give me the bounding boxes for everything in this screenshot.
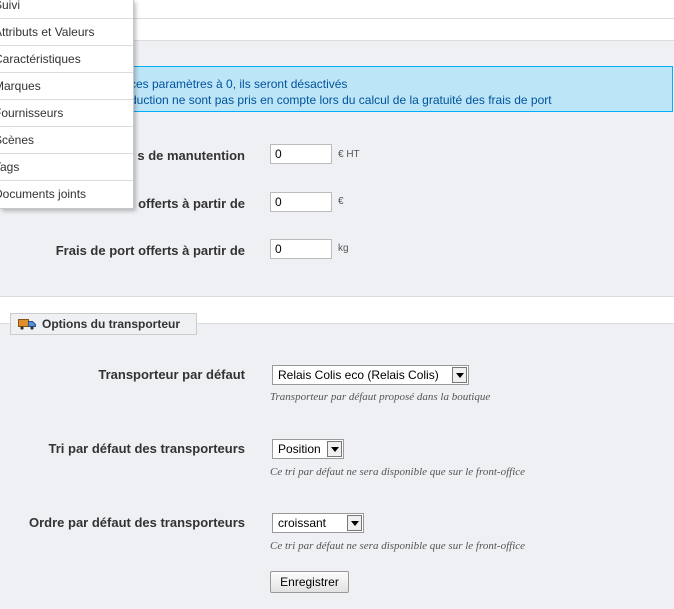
menu-item-suivi[interactable]: Suivi — [0, 0, 133, 19]
free-price-input[interactable] — [270, 192, 332, 212]
menu-item-attachments[interactable]: Documents joints — [0, 181, 133, 208]
default-carrier-label: Transporteur par défaut — [98, 367, 245, 382]
sort-order-label: Ordre par défaut des transporteurs — [29, 515, 245, 530]
menu-item-suppliers[interactable]: Fournisseurs — [0, 100, 133, 127]
free-price-label: offerts à partir de — [138, 196, 245, 211]
free-weight-unit: kg — [338, 243, 349, 254]
menu-item-tags[interactable]: Tags — [0, 154, 133, 181]
default-carrier-hint: Transporteur par défaut proposé dans la … — [270, 391, 491, 403]
free-price-unit: € — [338, 196, 344, 207]
menu-item-label: Attributs et Valeurs — [0, 25, 95, 39]
sort-by-label: Tri par défaut des transporteurs — [48, 441, 246, 456]
chevron-down-icon[interactable] — [327, 441, 342, 457]
divider — [0, 296, 674, 297]
sort-order-value: croissant — [278, 516, 327, 530]
legend-title: Options du transporteur — [42, 317, 180, 331]
menu-item-label: Scènes — [0, 133, 35, 147]
catalog-dropdown-menu: Suivi Attributs et Valeurs Caractéristiq… — [0, 0, 134, 209]
menu-item-features[interactable]: Caractéristiques — [0, 46, 133, 73]
chevron-down-icon[interactable] — [347, 515, 362, 531]
save-button[interactable]: Enregistrer — [270, 571, 349, 593]
free-weight-label: Frais de port offerts à partir de — [55, 243, 245, 258]
menu-item-scenes[interactable]: Scènes — [0, 127, 133, 154]
menu-item-label: Documents joints — [0, 187, 87, 201]
carrier-options-legend: Options du transporteur — [10, 313, 197, 335]
info-line-2: duction ne sont pas pris en compte lors … — [130, 93, 552, 107]
chevron-down-icon[interactable] — [452, 367, 467, 383]
handling-label: s de manutention — [137, 148, 245, 163]
menu-item-label: Fournisseurs — [0, 106, 64, 120]
menu-item-label: Caractéristiques — [0, 52, 81, 66]
default-carrier-select[interactable]: Relais Colis eco (Relais Colis) — [272, 365, 469, 385]
truck-icon — [18, 319, 36, 330]
sort-order-hint: Ce tri par défaut ne sera disponible que… — [270, 540, 526, 552]
handling-unit: € HT — [338, 149, 360, 160]
sort-by-value: Position — [278, 442, 321, 456]
menu-item-attributes[interactable]: Attributs et Valeurs — [0, 19, 133, 46]
sort-order-select[interactable]: croissant — [272, 513, 364, 533]
default-carrier-value: Relais Colis eco (Relais Colis) — [278, 368, 439, 382]
menu-item-label: Tags — [0, 160, 20, 174]
sort-by-select[interactable]: Position — [272, 439, 344, 459]
menu-item-label: Suivi — [0, 0, 21, 12]
handling-input[interactable] — [270, 144, 332, 164]
menu-item-label: Marques — [0, 79, 41, 93]
free-weight-input[interactable] — [270, 239, 332, 259]
info-line-1: ces paramètres à 0, ils seront désactivé… — [130, 77, 348, 91]
menu-item-brands[interactable]: Marques — [0, 73, 133, 100]
sort-by-hint: Ce tri par défaut ne sera disponible que… — [270, 466, 526, 478]
